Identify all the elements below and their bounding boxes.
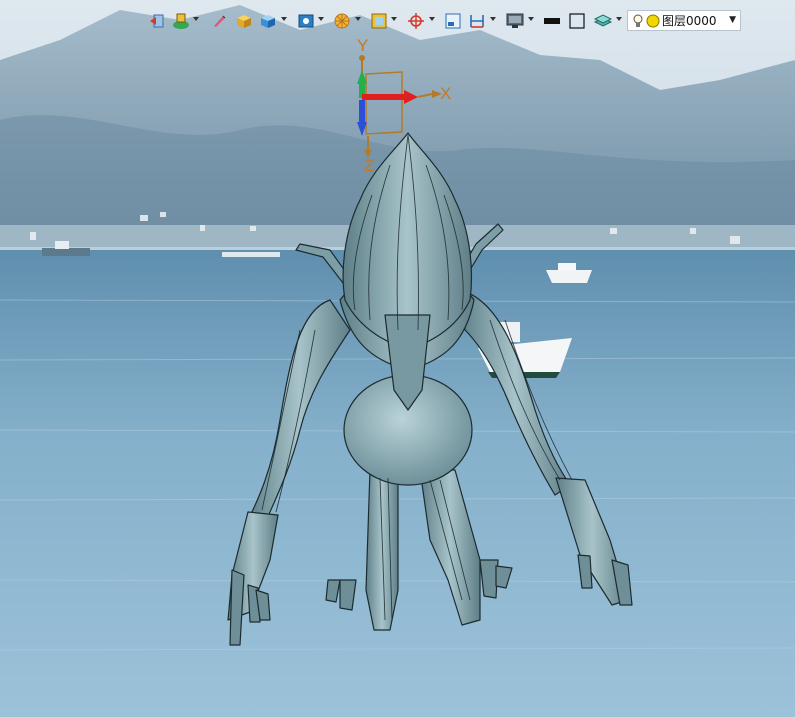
monitor-icon[interactable] bbox=[505, 10, 525, 32]
frame-dropdown-icon[interactable] bbox=[391, 17, 397, 21]
cube-dropdown-icon[interactable] bbox=[281, 17, 287, 21]
axis-x-label: X bbox=[440, 84, 452, 103]
layers-icon[interactable] bbox=[592, 10, 614, 32]
face-icon[interactable] bbox=[296, 10, 316, 32]
line-color-icon[interactable] bbox=[543, 10, 561, 32]
cube-icon[interactable] bbox=[234, 10, 254, 32]
layer-select-value: 图层0000 bbox=[662, 14, 717, 28]
axis-z-label: Z bbox=[364, 156, 375, 175]
3d-viewport[interactable]: Y X Z bbox=[0, 0, 795, 717]
axis-triad[interactable] bbox=[0, 0, 795, 717]
lightbulb-icon bbox=[633, 14, 643, 27]
chevron-down-icon[interactable]: ▼ bbox=[729, 15, 736, 25]
dimension-icon[interactable] bbox=[468, 10, 486, 32]
layers-dropdown-icon[interactable] bbox=[616, 17, 622, 21]
face-dropdown-icon[interactable] bbox=[318, 17, 324, 21]
target-icon[interactable] bbox=[406, 10, 426, 32]
layer-select[interactable]: 图层0000 ▼ bbox=[627, 10, 741, 31]
monitor-dropdown-icon[interactable] bbox=[528, 17, 534, 21]
box-outline-icon[interactable] bbox=[568, 10, 586, 32]
target-dropdown-icon[interactable] bbox=[429, 17, 435, 21]
exit-icon[interactable] bbox=[147, 10, 165, 32]
axis-y-label: Y bbox=[357, 36, 369, 55]
cube-blue-icon[interactable] bbox=[258, 10, 278, 32]
render-dropdown-icon[interactable] bbox=[355, 17, 361, 21]
view-toolbar: 图层0000 ▼ bbox=[0, 0, 795, 38]
display-style-icon[interactable] bbox=[170, 10, 192, 32]
window-icon[interactable] bbox=[444, 10, 462, 32]
pen-icon[interactable] bbox=[210, 10, 228, 32]
dimension-dropdown-icon[interactable] bbox=[490, 17, 496, 21]
render-wheel-icon[interactable] bbox=[332, 10, 352, 32]
display-style-dropdown-icon[interactable] bbox=[193, 17, 199, 21]
layer-color-icon bbox=[646, 14, 660, 27]
frame-icon[interactable] bbox=[370, 10, 388, 32]
